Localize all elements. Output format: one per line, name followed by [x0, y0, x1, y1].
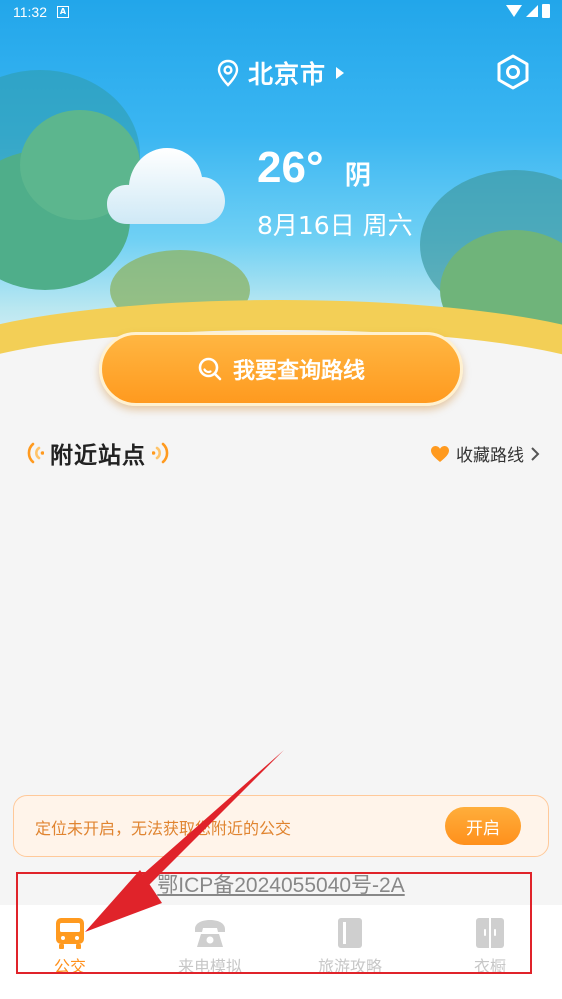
enable-location-button[interactable]: 开启 — [445, 807, 521, 845]
city-name: 北京市 — [247, 60, 326, 89]
chevron-right-icon — [531, 446, 540, 461]
favorite-routes-link[interactable]: 收藏路线 — [430, 441, 540, 466]
city-selector[interactable]: 北京市 — [0, 55, 562, 91]
location-pin-icon — [217, 59, 239, 87]
search-icon — [198, 357, 222, 381]
caret-right-icon — [336, 67, 344, 79]
search-route-label: 我要查询路线 — [232, 359, 365, 384]
temperature: 26° — [257, 143, 324, 192]
search-route-button[interactable]: 我要查询路线 — [99, 332, 463, 406]
nearby-stations-title: 附近站点 — [50, 443, 146, 469]
annotation-highlight-box — [16, 872, 532, 974]
location-notice-text: 定位未开启，无法获取您附近的公交 — [35, 819, 292, 838]
signal-wave-left-icon — [27, 442, 44, 464]
signal-wave-right-icon — [152, 442, 169, 464]
location-disabled-notice: 定位未开启，无法获取您附近的公交 开启 — [13, 795, 549, 857]
battery-icon — [542, 4, 550, 18]
status-icons — [506, 4, 550, 18]
weather-condition: 阴 — [345, 161, 372, 191]
status-bar: 11:32 A — [0, 0, 562, 26]
wifi-icon — [506, 5, 522, 17]
favorite-routes-label: 收藏路线 — [456, 446, 524, 466]
cloudy-weather-icon — [107, 148, 225, 224]
cellular-signal-icon — [526, 5, 538, 17]
heart-icon — [431, 445, 449, 462]
weather-date: 8月16日 周六 — [257, 211, 413, 240]
nearby-stations-header: 附近站点 — [24, 436, 172, 470]
notification-badge-icon: A — [57, 6, 69, 18]
status-time: 11:32 — [13, 4, 47, 20]
settings-icon[interactable] — [494, 53, 532, 91]
